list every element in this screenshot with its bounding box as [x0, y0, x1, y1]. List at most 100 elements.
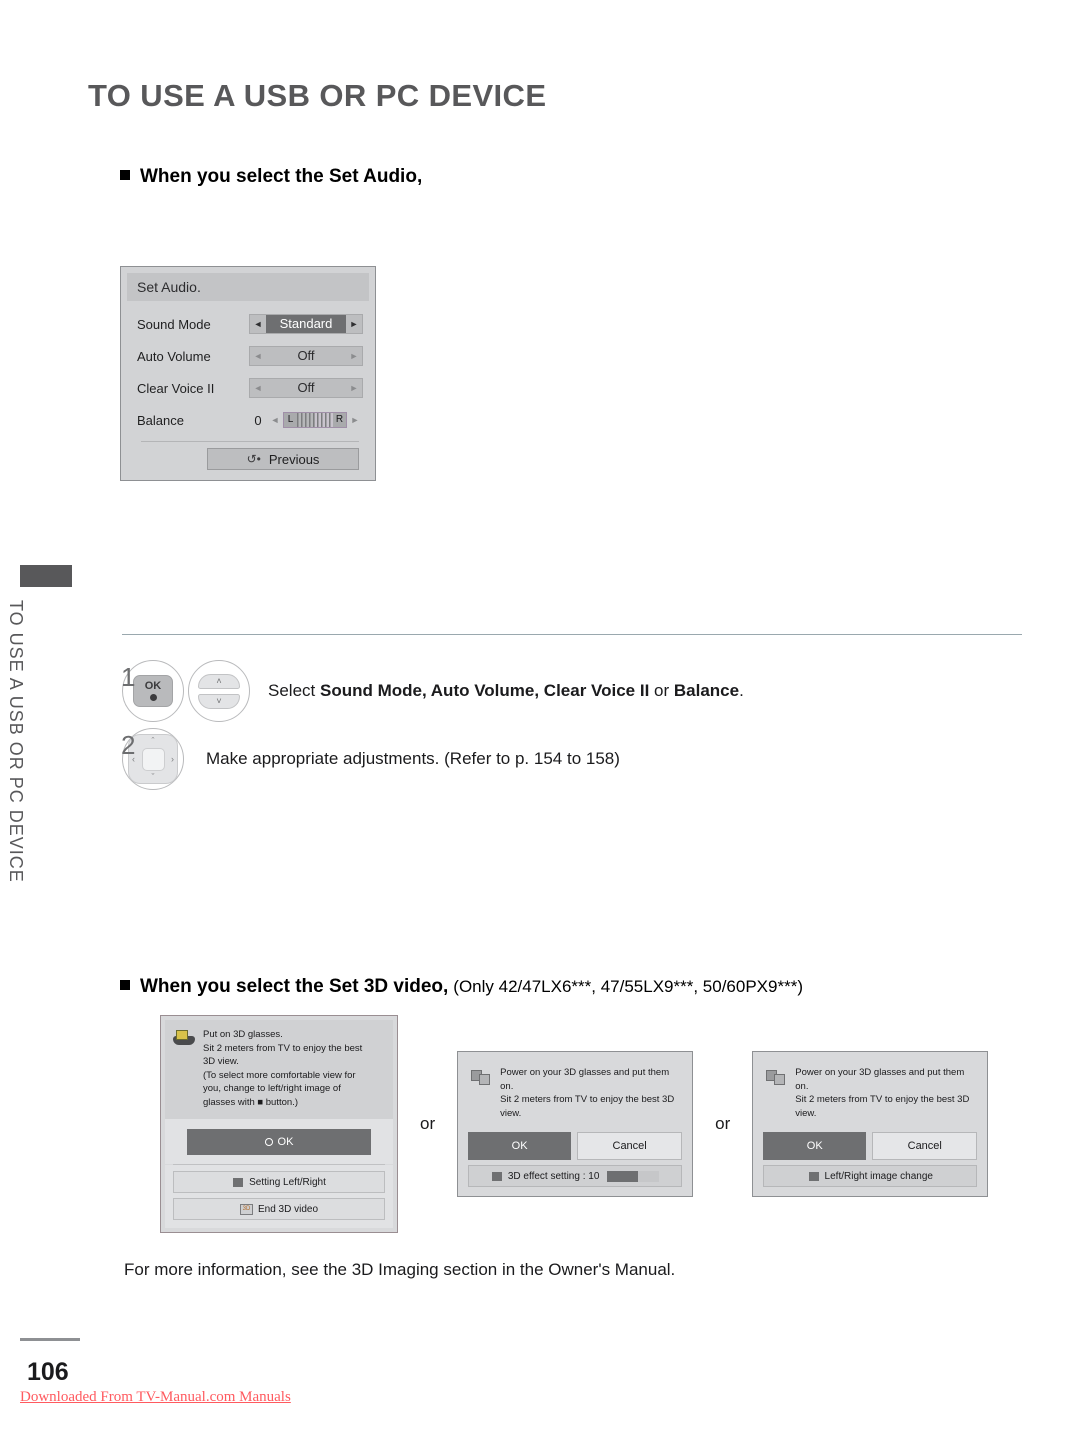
section-subtitle-models: (Only 42/47LX6***, 47/55LX9***, 50/60PX9… — [453, 977, 803, 996]
dialog-2-line-1: Power on your 3D glasses and put them on… — [500, 1067, 670, 1092]
row-balance[interactable]: Balance 0 ◄ L R ► — [137, 405, 363, 435]
previous-button[interactable]: ↺• Previous — [207, 448, 359, 470]
step-2: 2 ˆ ˇ ‹ › Make appropriate adjustments. … — [121, 728, 1022, 790]
bullet-square-icon — [120, 980, 130, 990]
value-sound-mode: Standard — [266, 315, 346, 333]
dialog-3-cancel-button[interactable]: Cancel — [872, 1132, 978, 1160]
set-audio-rows: Sound Mode ◄ Standard ► Auto Volume ◄ Of… — [127, 301, 369, 472]
dialog-3-ok-button[interactable]: OK — [763, 1132, 867, 1160]
three-d-dialog-1: Put on 3D glasses. Sit 2 meters from TV … — [160, 1015, 398, 1233]
dialog-1-ok-button[interactable]: OK — [187, 1129, 371, 1155]
value-auto-volume: Off — [297, 348, 315, 363]
label-clear-voice: Clear Voice II — [137, 380, 215, 396]
ok-radio-icon — [264, 1138, 273, 1146]
control-auto-volume[interactable]: ◄ Off ► — [249, 346, 363, 366]
three-d-dialog-2: Power on your 3D glasses and put them on… — [457, 1051, 694, 1197]
nav-center-icon[interactable] — [141, 747, 165, 771]
three-d-glasses-icon — [765, 1068, 787, 1088]
set-audio-title: Set Audio. — [127, 273, 369, 301]
page-title: TO USE A USB OR PC DEVICE — [88, 78, 547, 113]
updown-key-icon: ˄ ˅ — [198, 673, 240, 709]
sidebar-section-label: TO USE A USB OR PC DEVICE — [6, 600, 26, 883]
arrow-right-icon[interactable]: ► — [347, 411, 363, 429]
download-source-note[interactable]: Downloaded From TV-Manual.com Manuals — [20, 1389, 291, 1406]
dialog-1-message: Put on 3D glasses. Sit 2 meters from TV … — [165, 1020, 393, 1119]
footer-note: For more information, see the 3D Imaging… — [124, 1260, 676, 1279]
dialog-1-ok-wrap: OK — [165, 1119, 393, 1164]
dialog-2-effect-bar[interactable]: 3D effect setting : 10 — [468, 1165, 683, 1187]
dialog-2-ok-button[interactable]: OK — [468, 1132, 572, 1160]
balance-slider[interactable]: L R — [283, 412, 347, 428]
up-arrow-icon[interactable]: ˄ — [198, 673, 240, 689]
three-d-dialog-3: Power on your 3D glasses and put them on… — [752, 1051, 989, 1197]
dialog-1-options: Setting Left/Right 3D End 3D video — [165, 1165, 393, 1228]
dialog-2-effect-label: 3D effect setting : 10 — [507, 1170, 600, 1182]
end-3d-video-button[interactable]: 3D End 3D video — [173, 1198, 385, 1220]
dialog-2-line-2: Sit 2 meters from TV to enjoy the best 3… — [500, 1094, 675, 1105]
arrow-left-icon[interactable]: ◄ — [267, 411, 283, 429]
step-1-bold-1: Sound Mode, Auto Volume, Clear Voice II — [319, 681, 650, 700]
dialog-1-message-text: Put on 3D glasses. Sit 2 meters from TV … — [203, 1028, 362, 1109]
nav-up-icon[interactable]: ˆ — [152, 736, 155, 746]
manual-page: TO USE A USB OR PC DEVICE When you selec… — [0, 0, 1080, 1440]
control-clear-voice[interactable]: ◄ Off ► — [249, 378, 363, 398]
arrow-left-icon[interactable]: ◄ — [250, 315, 266, 333]
dialog-3-line-2: Sit 2 meters from TV to enjoy the best 3… — [795, 1094, 970, 1105]
arrow-right-icon[interactable]: ► — [346, 315, 362, 333]
three-d-dialog-row: Put on 3D glasses. Sit 2 meters from TV … — [160, 1015, 989, 1233]
dialog-2-message: Power on your 3D glasses and put them on… — [462, 1056, 689, 1132]
set-audio-dialog: Set Audio. Sound Mode ◄ Standard ► Auto … — [120, 266, 376, 481]
remote-updown-button[interactable]: ˄ ˅ — [188, 660, 250, 722]
color-key-icon — [491, 1171, 502, 1181]
arrow-right-icon[interactable]: ► — [346, 347, 362, 365]
three-d-glasses-icon — [173, 1030, 195, 1050]
label-balance: Balance — [137, 412, 184, 428]
step-1-text-post: . — [739, 681, 744, 700]
dialog-2-cancel-button[interactable]: Cancel — [577, 1132, 683, 1160]
ok-key-label: OK — [144, 680, 162, 692]
balance-right-marker: R — [333, 413, 346, 427]
section-heading-set-audio: When you select the Set Audio, — [120, 166, 422, 188]
section-title-set-audio: When you select the Set Audio, — [140, 166, 423, 187]
balance-ticks — [297, 413, 333, 427]
row-sound-mode[interactable]: Sound Mode ◄ Standard ► — [137, 309, 363, 339]
or-separator-1: or — [420, 1114, 436, 1133]
step-2-text: Make appropriate adjustments. (Refer to … — [206, 749, 620, 768]
dialog-3-line-1: Power on your 3D glasses and put them on… — [795, 1067, 965, 1092]
label-auto-volume: Auto Volume — [137, 348, 211, 364]
glasses-shape — [173, 1030, 195, 1045]
control-sound-mode[interactable]: ◄ Standard ► — [249, 314, 363, 334]
row-auto-volume[interactable]: Auto Volume ◄ Off ► — [137, 341, 363, 371]
balance-left-marker: L — [284, 413, 297, 427]
nav-right-icon[interactable]: › — [171, 754, 174, 764]
dialog-3-image-change-bar[interactable]: Left/Right image change — [763, 1165, 978, 1187]
instruction-steps: 1 OK ˄ ˅ Select Sound Mode, Auto Volume,… — [121, 660, 1022, 790]
arrow-left-icon[interactable]: ◄ — [250, 379, 266, 397]
arrow-left-icon[interactable]: ◄ — [250, 347, 266, 365]
dialog-2-line-3: view. — [500, 1107, 522, 1119]
horizontal-divider — [122, 634, 1022, 635]
ok-key-icon: OK — [133, 675, 173, 707]
control-balance[interactable]: ◄ L R ► — [267, 411, 363, 429]
page-number: 106 — [27, 1358, 69, 1386]
effect-level-meter — [607, 1170, 660, 1182]
setting-left-right-label: Setting Left/Right — [249, 1176, 326, 1188]
glasses-cube-shape — [471, 1070, 491, 1086]
dialog-3-line-3: view. — [795, 1107, 817, 1119]
section-heading-set-3d-video: When you select the Set 3D video, (Only … — [120, 976, 803, 998]
down-arrow-icon[interactable]: ˅ — [198, 693, 240, 709]
previous-button-label: Previous — [268, 451, 320, 467]
dialog-1-ok-label: OK — [277, 1136, 294, 1148]
dialog-2-buttons: OK Cancel — [462, 1132, 688, 1165]
sidebar-tab-marker — [20, 565, 72, 587]
end-3d-video-label: End 3D video — [257, 1203, 319, 1215]
arrow-right-icon[interactable]: ► — [346, 379, 362, 397]
row-clear-voice[interactable]: Clear Voice II ◄ Off ► — [137, 373, 363, 403]
dialog-1-line-5: you, change to left/right image of — [203, 1083, 341, 1094]
ok-key-dot-icon — [149, 694, 157, 701]
dialog-3-image-change-label: Left/Right image change — [824, 1170, 933, 1182]
nav-key-icon: ˆ ˇ ‹ › — [128, 734, 178, 784]
setting-left-right-button[interactable]: Setting Left/Right — [173, 1171, 385, 1193]
nav-down-icon[interactable]: ˇ — [152, 772, 155, 782]
section-title-set-3d-video: When you select the Set 3D video, — [140, 976, 449, 997]
